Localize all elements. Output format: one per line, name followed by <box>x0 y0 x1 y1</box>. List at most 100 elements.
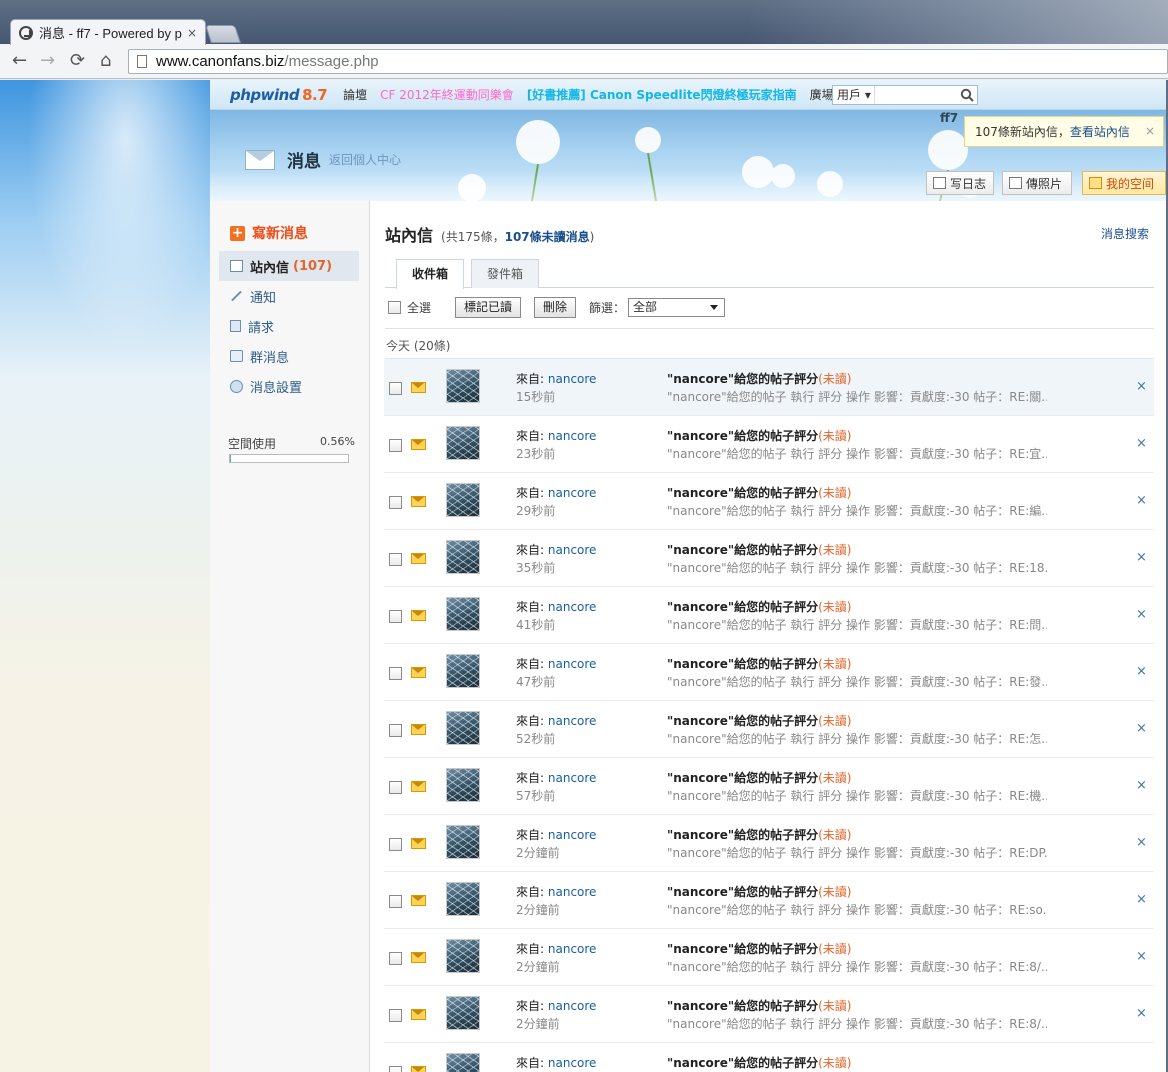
sender-name-link[interactable]: nancore <box>548 999 597 1013</box>
sender-avatar[interactable] <box>446 996 480 1030</box>
sender-name-link[interactable]: nancore <box>548 429 597 443</box>
sender-name-link[interactable]: nancore <box>548 600 597 614</box>
message-row[interactable]: 來自: nancore 35秒前 "nancore"給您的帖子評分(未讀) "nanc… <box>384 530 1154 587</box>
message-checkbox[interactable] <box>389 382 402 395</box>
message-row[interactable]: 來自: nancore "nancore"給您的帖子評分(未讀) <box>384 1043 1154 1072</box>
browser-tab[interactable]: 消息 - ff7 - Powered by p × <box>10 19 206 45</box>
sender-avatar[interactable] <box>446 540 480 574</box>
mark-read-button[interactable]: 標記已讀 <box>455 297 522 318</box>
message-checkbox[interactable] <box>389 667 402 680</box>
message-preview[interactable]: "nancore"給您的帖子 執行 評分 操作 影響：貢獻度:-30 帖子：RE… <box>667 844 1047 861</box>
message-row[interactable]: 來自: nancore 23秒前 "nancore"給您的帖子評分(未讀) "nanc… <box>384 416 1154 473</box>
message-subject[interactable]: "nancore"給您的帖子評分(未讀) <box>667 598 851 615</box>
message-row[interactable]: 來自: nancore 47秒前 "nancore"給您的帖子評分(未讀) "nanc… <box>384 644 1154 701</box>
message-preview[interactable]: "nancore"給您的帖子 執行 評分 操作 影響：貢獻度:-30 帖子：RE… <box>667 958 1047 975</box>
search-scope-select[interactable]: 用戶 ▾ <box>833 86 875 104</box>
message-row[interactable]: 來自: nancore 41秒前 "nancore"給您的帖子評分(未讀) "nanc… <box>384 587 1154 644</box>
message-subject[interactable]: "nancore"給您的帖子評分(未讀) <box>667 769 851 786</box>
unread-envelope-icon[interactable] <box>411 496 426 507</box>
sidebar-item-inbox[interactable]: 站內信 (107) <box>219 251 359 281</box>
tab-close-icon[interactable]: × <box>187 26 197 40</box>
sender-avatar[interactable] <box>446 711 480 745</box>
message-row[interactable]: 來自: nancore 15秒前 "nancore"給您的帖子評分(未讀) "nanc… <box>384 359 1154 416</box>
view-messages-link[interactable]: 查看站內信 <box>1070 123 1130 140</box>
delete-message-icon[interactable]: × <box>1136 778 1147 793</box>
message-preview[interactable]: "nancore"給您的帖子 執行 評分 操作 影響：貢獻度:-30 帖子：RE… <box>667 730 1047 747</box>
back-arrow-icon[interactable]: ← <box>12 52 27 70</box>
sender-name-link[interactable]: nancore <box>548 771 597 785</box>
delete-message-icon[interactable]: × <box>1136 436 1147 451</box>
back-to-profile-link[interactable]: 返回個人中心 <box>329 151 401 168</box>
sender-avatar[interactable] <box>446 426 480 460</box>
message-subject[interactable]: "nancore"給您的帖子評分(未讀) <box>667 655 851 672</box>
message-preview[interactable]: "nancore"給您的帖子 執行 評分 操作 影響：貢獻度:-30 帖子：RE… <box>667 388 1047 405</box>
sender-name-link[interactable]: nancore <box>548 828 597 842</box>
message-preview[interactable]: "nancore"給您的帖子 執行 評分 操作 影響：貢獻度:-30 帖子：RE… <box>667 445 1047 462</box>
nav-plaza-link[interactable]: 廣場 <box>810 86 834 103</box>
message-preview[interactable]: "nancore"給您的帖子 執行 評分 操作 影響：貢獻度:-30 帖子：RE… <box>667 1015 1047 1032</box>
delete-message-icon[interactable]: × <box>1136 892 1147 907</box>
delete-message-icon[interactable]: × <box>1136 664 1147 679</box>
message-checkbox[interactable] <box>389 838 402 851</box>
message-subject[interactable]: "nancore"給您的帖子評分(未讀) <box>667 940 851 957</box>
message-search-link[interactable]: 消息搜索 <box>1101 225 1149 242</box>
sender-name-link[interactable]: nancore <box>548 885 597 899</box>
address-bar[interactable]: www.canonfans.biz/message.php <box>128 49 1168 74</box>
delete-message-icon[interactable]: × <box>1136 1006 1147 1021</box>
unread-envelope-icon[interactable] <box>411 1066 426 1072</box>
sidebar-item-settings[interactable]: 消息設置 <box>219 371 359 401</box>
unread-envelope-icon[interactable] <box>411 610 426 621</box>
sidebar-item-requests[interactable]: 請求 <box>219 311 359 341</box>
message-checkbox[interactable] <box>389 895 402 908</box>
unread-envelope-icon[interactable] <box>411 667 426 678</box>
unread-envelope-icon[interactable] <box>411 895 426 906</box>
message-checkbox[interactable] <box>389 724 402 737</box>
message-preview[interactable]: "nancore"給您的帖子 執行 評分 操作 影響：貢獻度:-30 帖子：RE… <box>667 559 1047 576</box>
unread-envelope-icon[interactable] <box>411 382 426 393</box>
unread-envelope-icon[interactable] <box>411 439 426 450</box>
message-subject[interactable]: "nancore"給您的帖子評分(未讀) <box>667 427 851 444</box>
message-checkbox[interactable] <box>389 952 402 965</box>
nav-event-link[interactable]: CF 2012年終運動同樂會 <box>380 86 514 103</box>
nav-recommend-link[interactable]: [好書推薦] Canon Speedlite閃燈終極玩家指南 <box>527 86 797 103</box>
sender-avatar[interactable] <box>446 825 480 859</box>
sender-name-link[interactable]: nancore <box>548 657 597 671</box>
home-icon[interactable]: ⌂ <box>100 52 111 70</box>
phpwind-logo[interactable]: phpwind 8.7 <box>230 86 328 104</box>
tab-inbox[interactable]: 收件箱 <box>396 259 464 289</box>
delete-message-icon[interactable]: × <box>1136 721 1147 736</box>
message-row[interactable]: 來自: nancore 2分鐘前 "nancore"給您的帖子評分(未讀) "nanc… <box>384 986 1154 1043</box>
sender-name-link[interactable]: nancore <box>548 714 597 728</box>
delete-button[interactable]: 刪除 <box>534 297 577 318</box>
message-row[interactable]: 來自: nancore 52秒前 "nancore"給您的帖子評分(未讀) "nanc… <box>384 701 1154 758</box>
reload-icon[interactable]: ⟳ <box>70 52 85 70</box>
message-row[interactable]: 來自: nancore 57秒前 "nancore"給您的帖子評分(未讀) "nanc… <box>384 758 1154 815</box>
select-all-checkbox[interactable] <box>388 301 401 314</box>
message-preview[interactable]: "nancore"給您的帖子 執行 評分 操作 影響：貢獻度:-30 帖子：RE… <box>667 901 1047 918</box>
message-row[interactable]: 來自: nancore 2分鐘前 "nancore"給您的帖子評分(未讀) "nanc… <box>384 872 1154 929</box>
upload-photo-button[interactable]: 傳照片 <box>1002 171 1072 195</box>
message-checkbox[interactable] <box>389 1066 402 1072</box>
message-checkbox[interactable] <box>389 781 402 794</box>
delete-message-icon[interactable]: × <box>1136 949 1147 964</box>
forward-arrow-icon[interactable]: → <box>40 52 55 70</box>
unread-envelope-icon[interactable] <box>411 724 426 735</box>
sender-avatar[interactable] <box>446 768 480 802</box>
message-row[interactable]: 來自: nancore 2分鐘前 "nancore"給您的帖子評分(未讀) "nanc… <box>384 929 1154 986</box>
message-checkbox[interactable] <box>389 439 402 452</box>
sender-avatar[interactable] <box>446 882 480 916</box>
unread-envelope-icon[interactable] <box>411 1009 426 1020</box>
unread-envelope-icon[interactable] <box>411 781 426 792</box>
sender-name-link[interactable]: nancore <box>548 1056 597 1070</box>
write-diary-button[interactable]: 写日志 <box>926 171 994 195</box>
message-subject[interactable]: "nancore"給您的帖子評分(未讀) <box>667 1054 851 1071</box>
sender-avatar[interactable] <box>446 654 480 688</box>
filter-select[interactable]: 全部 <box>628 298 726 317</box>
message-subject[interactable]: "nancore"給您的帖子評分(未讀) <box>667 370 851 387</box>
message-subject[interactable]: "nancore"給您的帖子評分(未讀) <box>667 541 851 558</box>
message-subject[interactable]: "nancore"給您的帖子評分(未讀) <box>667 712 851 729</box>
delete-message-icon[interactable]: × <box>1136 379 1147 394</box>
unread-envelope-icon[interactable] <box>411 838 426 849</box>
delete-message-icon[interactable]: × <box>1136 550 1147 565</box>
message-subject[interactable]: "nancore"給您的帖子評分(未讀) <box>667 883 851 900</box>
